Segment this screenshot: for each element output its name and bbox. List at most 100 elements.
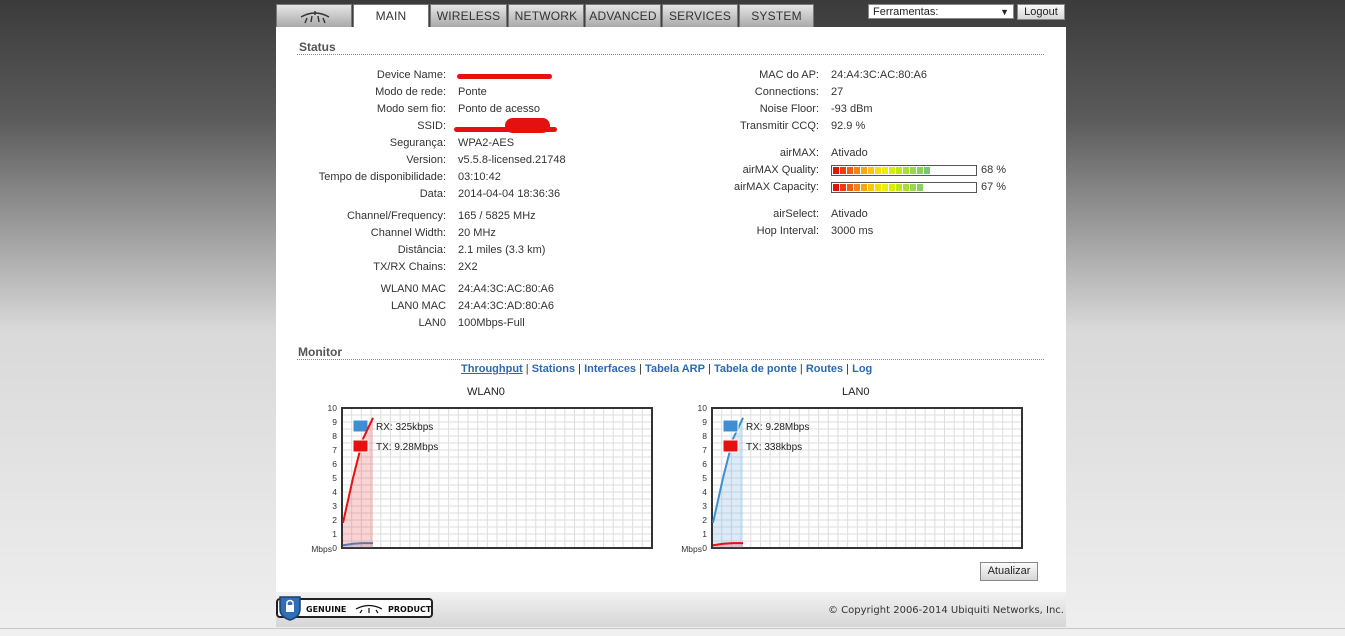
legend-label: TX: 9.28Mbps <box>376 442 438 453</box>
status-value-airmax: Ativado <box>831 147 868 159</box>
status-label-lan0: LAN0 <box>418 317 446 329</box>
ubiquiti-logo-tab[interactable] <box>276 4 352 27</box>
link-stations[interactable]: Stations <box>532 363 575 375</box>
level-bar-segment <box>917 167 923 174</box>
status-label-connections: Connections: <box>754 86 819 98</box>
status-label-mac-do-ap: MAC do AP: <box>759 69 819 81</box>
tab-main[interactable]: MAIN <box>353 4 429 28</box>
lan0-chart-title: LAN0 <box>842 386 870 398</box>
y-tick-label: 7 <box>702 445 707 455</box>
y-tick-label: 2 <box>702 515 707 525</box>
wlan0-chart-title: WLAN0 <box>467 386 505 398</box>
status-value-modo-sem-fio: Ponto de acesso <box>458 103 540 115</box>
legend-label: RX: 9.28Mbps <box>746 422 809 433</box>
level-bar-segment <box>882 167 888 174</box>
ubiquiti-logo-icon <box>300 11 330 24</box>
link-throughput[interactable]: Throughput <box>461 363 523 375</box>
level-bar-segment <box>854 167 860 174</box>
tab-advanced[interactable]: ADVANCED <box>585 4 661 27</box>
status-value-connections: 27 <box>831 86 844 98</box>
status-label-noise-floor: Noise Floor: <box>759 103 819 115</box>
y-tick-label: 8 <box>702 431 707 441</box>
level-bar-segment <box>861 184 867 191</box>
link-interfaces[interactable]: Interfaces <box>584 363 636 375</box>
status-value-seguran-a: WPA2-AES <box>458 137 515 149</box>
status-value-modo-de-rede: Ponte <box>458 86 487 98</box>
y-tick-label: 10 <box>328 403 338 413</box>
status-value-airselect: Ativado <box>831 208 868 220</box>
y-tick-label: 6 <box>702 459 707 469</box>
lan0-throughput-chart: 0 1 2 3 4 5 6 7 8 9 10 Mbps RX: 9.28Mbps TX: 338kbps <box>681 403 1023 554</box>
level-bar-segment <box>910 184 916 191</box>
status-label-tempo-de-disponibilidade: Tempo de disponibilidade: <box>318 171 446 183</box>
status-label-version: Version: <box>406 154 446 166</box>
legend-label: TX: 338kbps <box>746 442 802 453</box>
status-label-seguran-a: Segurança: <box>389 137 446 149</box>
status-value-channel-frequency: 165 / 5825 MHz <box>458 210 536 222</box>
tab-network[interactable]: NETWORK <box>508 4 584 27</box>
dropdown-arrow-icon: ▼ <box>1000 7 1009 17</box>
level-bar-airmax-capacity <box>831 182 977 193</box>
refresh-button[interactable]: Atualizar <box>980 562 1038 581</box>
link-log[interactable]: Log <box>852 363 872 375</box>
y-tick-label: 9 <box>332 417 337 427</box>
status-value-mac-do-ap: 24:A4:3C:AC:80:A6 <box>831 69 928 81</box>
monitor-divider <box>297 359 1044 360</box>
tab-system[interactable]: SYSTEM <box>739 4 814 27</box>
y-tick-label: 4 <box>332 487 337 497</box>
y-tick-label: 5 <box>332 473 337 483</box>
status-value-hop-interval: 3000 ms <box>831 225 874 237</box>
status-value-noise-floor: -93 dBm <box>831 103 873 115</box>
link-routes[interactable]: Routes <box>806 363 843 375</box>
y-tick-label: 6 <box>332 459 337 469</box>
status-value-data: 2014-04-04 18:36:36 <box>458 188 561 200</box>
status-divider <box>297 54 1044 55</box>
copyright-text: © Copyright 2006-2014 Ubiquiti Networks,… <box>828 605 1064 616</box>
status-label-tx-rx-chains: TX/RX Chains: <box>373 261 446 273</box>
level-bar-segment <box>840 167 846 174</box>
status-label-airselect: airSelect: <box>773 208 819 220</box>
status-label-channel-width: Channel Width: <box>370 227 446 239</box>
level-bar-segment <box>875 184 881 191</box>
status-label-modo-de-rede: Modo de rede: <box>375 86 446 98</box>
y-tick-label: 0 <box>702 543 707 553</box>
tab-wireless[interactable]: WIRELESS <box>430 4 507 27</box>
link-tabela-arp[interactable]: Tabela ARP <box>645 363 705 375</box>
logout-button[interactable]: Logout <box>1017 4 1065 20</box>
status-label-hop-interval: Hop Interval: <box>756 225 819 237</box>
tools-dropdown[interactable]: Ferramentas: ▼ <box>868 4 1014 19</box>
status-label-lan0-mac: LAN0 MAC <box>390 300 446 312</box>
y-tick-label: 1 <box>332 529 337 539</box>
level-bar-segment <box>847 167 853 174</box>
level-bar-airmax-quality <box>831 165 977 176</box>
monitor-section-title: Monitor <box>298 345 342 359</box>
svg-text:PRODUCT: PRODUCT <box>388 605 432 614</box>
level-bar-segment <box>868 184 874 191</box>
y-tick-label: 3 <box>702 501 707 511</box>
status-value-lan0: 100Mbps-Full <box>458 317 525 329</box>
level-bar-segment <box>847 184 853 191</box>
status-value-tx-rx-chains: 2X2 <box>458 261 478 273</box>
level-bar-segment <box>840 184 846 191</box>
level-bar-segment <box>896 167 902 174</box>
status-label-airmax-quality: airMAX Quality: <box>742 164 819 176</box>
y-tick-label: 0 <box>332 543 337 553</box>
link-tabela-de-ponte[interactable]: Tabela de ponte <box>714 363 797 375</box>
legend-label: RX: 325kbps <box>376 422 433 433</box>
legend-swatch <box>352 419 369 433</box>
status-value-tempo-de-disponibilidade: 03:10:42 <box>458 171 501 183</box>
status-label-dist-ncia: Distância: <box>397 244 446 256</box>
tab-services[interactable]: SERVICES <box>662 4 738 27</box>
y-tick-label: 7 <box>332 445 337 455</box>
level-bar-segment <box>833 184 839 191</box>
y-tick-label: 3 <box>332 501 337 511</box>
level-bar-segment <box>875 167 881 174</box>
status-label-channel-frequency: Channel/Frequency: <box>346 210 446 222</box>
level-bar-segment <box>889 167 895 174</box>
level-bar-segment <box>903 184 909 191</box>
y-tick-label: 1 <box>702 529 707 539</box>
level-bar-segment <box>896 184 902 191</box>
y-tick-label: 5 <box>702 473 707 483</box>
status-value-channel-width: 20 MHz <box>458 227 496 239</box>
status-label-airmax: airMAX: <box>779 147 819 159</box>
